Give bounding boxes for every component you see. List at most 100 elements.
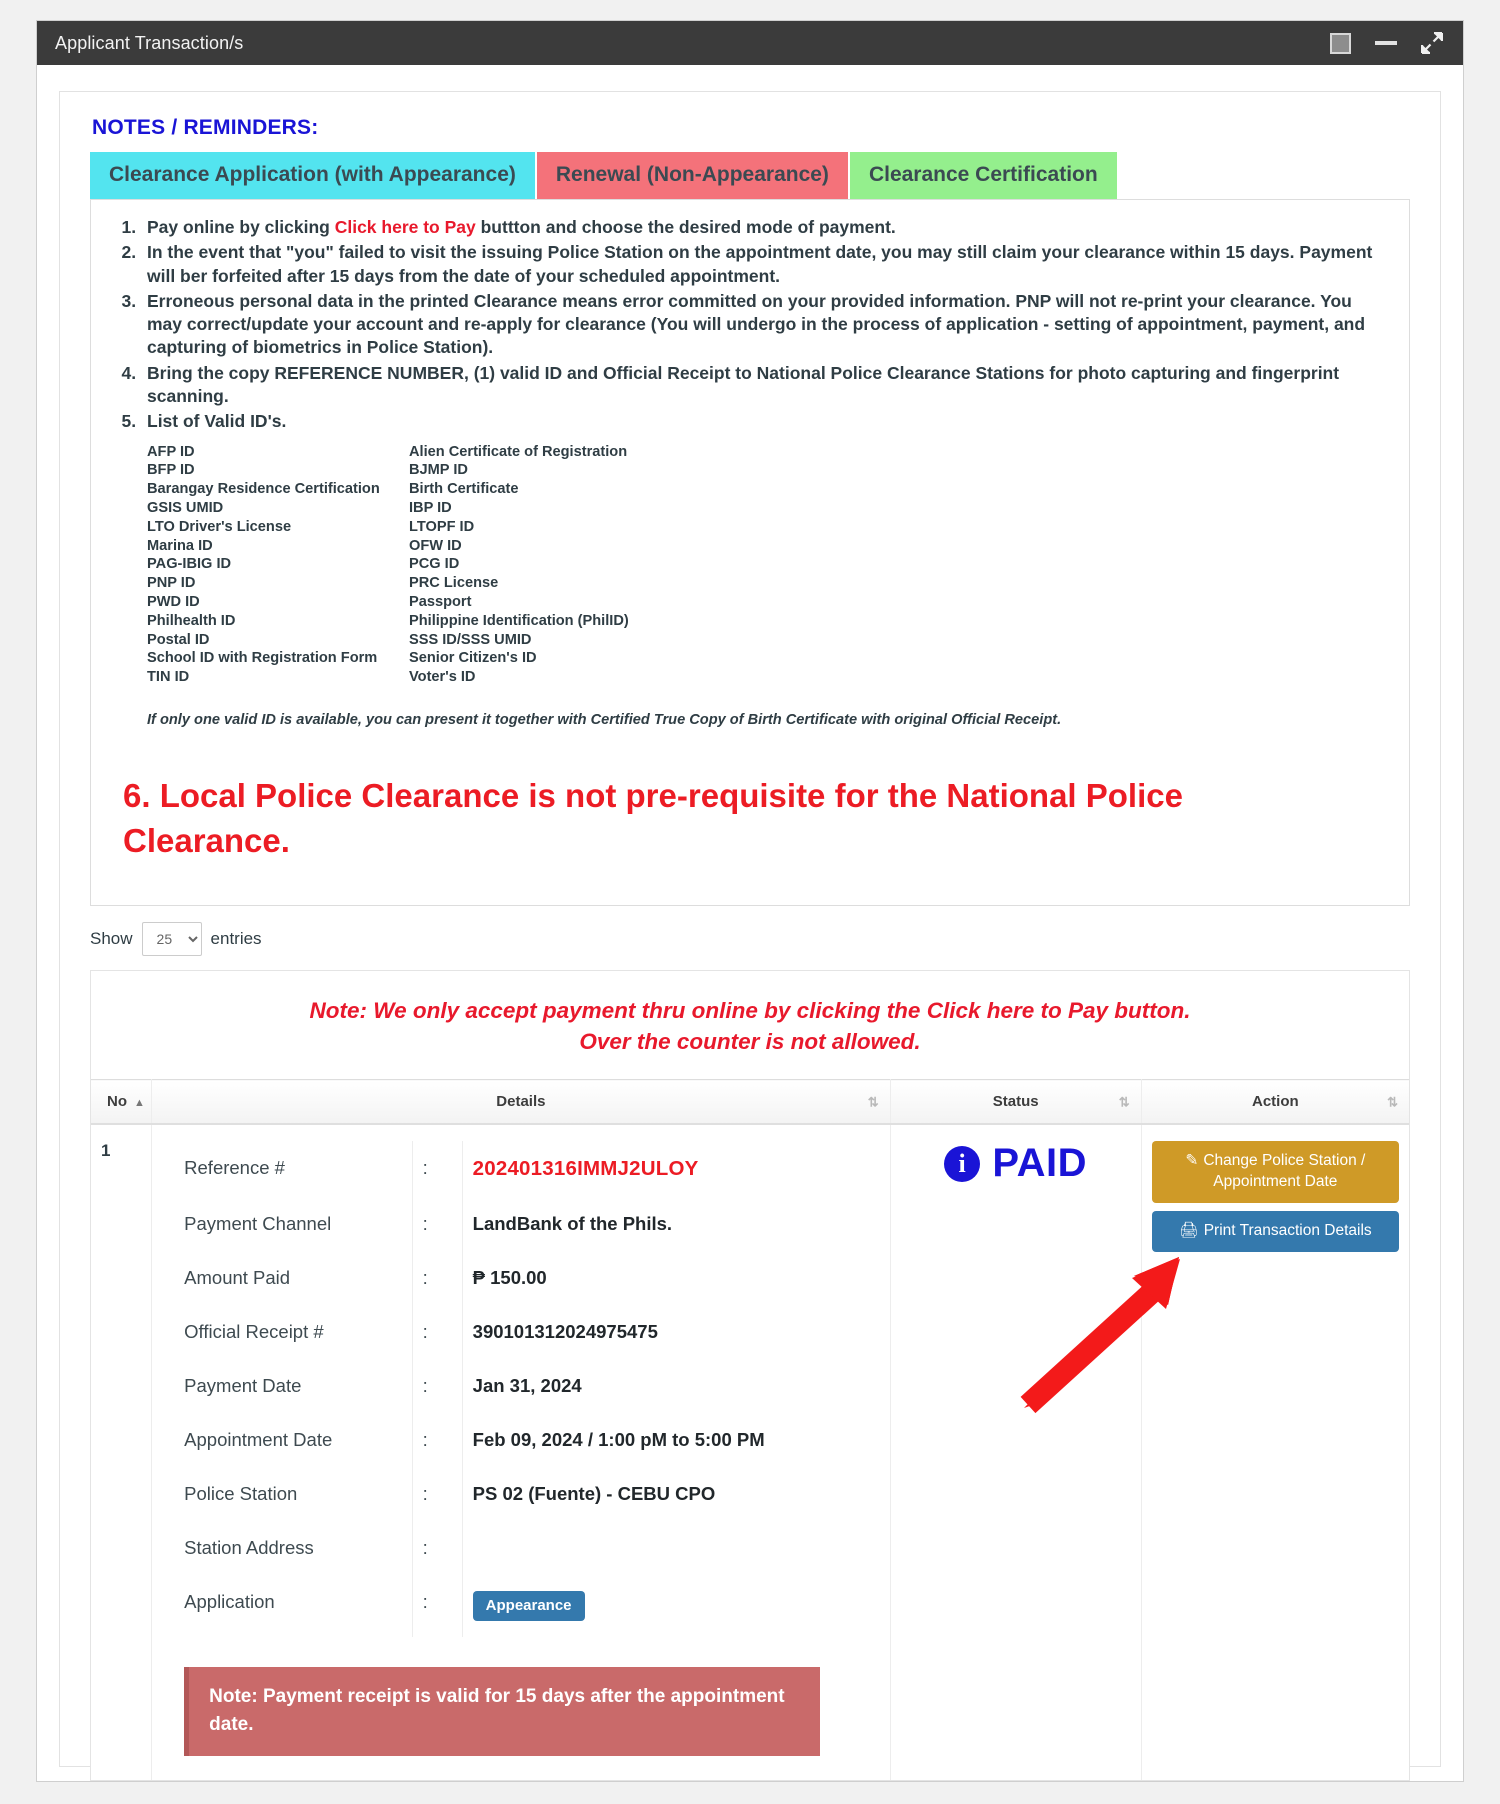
detail-colon: :: [412, 1141, 463, 1197]
table-row: 1 Reference # : 202401316IMMJ2ULOY Payme…: [91, 1124, 1409, 1781]
valid-id-right: Alien Certificate of Registration: [409, 443, 628, 460]
note-item-4: Bring the copy REFERENCE NUMBER, (1) val…: [141, 362, 1387, 409]
detail-value-amount-paid: ₱ 150.00: [462, 1251, 880, 1305]
dash-icon: [1375, 41, 1397, 45]
cell-action: ✎ Change Police Station / Appointment Dat…: [1141, 1124, 1409, 1781]
detail-row-reference: Reference # : 202401316IMMJ2ULOY: [162, 1141, 880, 1197]
expand-arrows-icon: [1420, 31, 1444, 55]
valid-id-left: School ID with Registration Form: [147, 650, 378, 667]
cell-row-number: 1: [91, 1124, 153, 1781]
detail-colon: :: [412, 1575, 463, 1637]
detail-row-police-station: Police Station : PS 02 (Fuente) - CEBU C…: [162, 1467, 880, 1521]
application-type-badge: Appearance: [472, 1591, 585, 1621]
entries-label: entries: [210, 928, 262, 948]
column-header-status-label: Status: [992, 1093, 1039, 1110]
notes-ordered-list: Pay online by clicking Click here to Pay…: [101, 216, 1387, 730]
detail-value-official-receipt-number: 390101312024975475: [462, 1305, 880, 1359]
valid-id-right: IBP ID: [409, 499, 452, 516]
table-head: No ▲ Details ⇅ Status ⇅ Action ⇅: [91, 1079, 1409, 1125]
table-header-row: No ▲ Details ⇅ Status ⇅ Action ⇅: [91, 1079, 1409, 1125]
printer-icon: 🖨: [1179, 1221, 1199, 1239]
valid-id-left: GSIS UMID: [147, 499, 224, 516]
cell-details: Reference # : 202401316IMMJ2ULOY Payment…: [151, 1124, 891, 1781]
detail-row-payment-channel: Payment Channel : LandBank of the Phils.: [162, 1197, 880, 1251]
window-title: Applicant Transaction/s: [55, 32, 244, 53]
tab-clearance-certification[interactable]: Clearance Certification: [849, 152, 1119, 200]
restore-button[interactable]: [1317, 21, 1363, 65]
detail-value-police-station: PS 02 (Fuente) - CEBU CPO: [462, 1467, 880, 1521]
column-header-details[interactable]: Details ⇅: [151, 1079, 891, 1125]
note-item-6-highlight: 6. Local Police Clearance is not pre-req…: [123, 776, 1183, 859]
column-header-action-label: Action: [1252, 1093, 1299, 1110]
note-item-3: Erroneous personal data in the printed C…: [141, 290, 1387, 360]
column-header-action[interactable]: Action ⇅: [1141, 1079, 1409, 1125]
detail-row-amount-paid: Amount Paid : ₱ 150.00: [162, 1251, 880, 1305]
valid-id-right: PRC License: [409, 575, 499, 592]
valid-id-right: OFW ID: [409, 537, 462, 554]
online-payment-note-line2: Over the counter is not allowed.: [579, 1028, 921, 1054]
valid-id-left: Barangay Residence Certification: [147, 481, 380, 498]
detail-colon: :: [412, 1467, 463, 1521]
column-header-no[interactable]: No ▲: [91, 1079, 153, 1125]
valid-id-right: Senior Citizen's ID: [409, 650, 537, 667]
status-badge: i PAID: [944, 1141, 1087, 1186]
tab-clearance-application[interactable]: Clearance Application (with Appearance): [90, 152, 537, 200]
valid-id-right: BJMP ID: [409, 462, 468, 479]
detail-row-appointment-date: Appointment Date : Feb 09, 2024 / 1:00 p…: [162, 1413, 880, 1467]
valid-id-left: PAG-IBIG ID: [147, 556, 232, 573]
window-body: NOTES / REMINDERS: Clearance Application…: [37, 65, 1463, 1781]
change-police-station-label: Change Police Station / Appointment Date: [1203, 1152, 1366, 1190]
note-item-2: In the event that "you" failed to visit …: [141, 241, 1387, 288]
square-icon: [1329, 32, 1351, 54]
column-header-no-label: No: [107, 1093, 127, 1110]
edit-square-icon: ✎: [1185, 1152, 1199, 1169]
detail-value-application: Appearance: [462, 1575, 880, 1637]
print-transaction-details-label: Print Transaction Details: [1203, 1221, 1372, 1239]
detail-value-payment-channel: LandBank of the Phils.: [462, 1197, 880, 1251]
valid-id-left: AFP ID: [147, 443, 195, 460]
page-title: NOTES / REMINDERS:: [92, 116, 319, 139]
single-valid-id-note: If only one valid ID is available, you c…: [147, 712, 1062, 729]
online-payment-note: Note: We only accept payment thru online…: [91, 970, 1409, 1079]
window-titlebar: Applicant Transaction/s: [37, 21, 1463, 65]
column-header-status[interactable]: Status ⇅: [890, 1079, 1142, 1125]
click-here-to-pay-link[interactable]: Click here to Pay: [335, 217, 476, 237]
table-body: 1 Reference # : 202401316IMMJ2ULOY Payme…: [91, 1124, 1409, 1781]
sort-ascending-icon: ▲: [134, 1097, 145, 1109]
note-1-pre: Pay online by clicking: [147, 217, 335, 238]
valid-id-left: PWD ID: [147, 594, 200, 611]
change-police-station-button[interactable]: ✎ Change Police Station / Appointment Dat…: [1151, 1141, 1399, 1203]
show-entries-bar: Show 25 entries: [90, 921, 1410, 956]
valid-id-right: Birth Certificate: [409, 481, 519, 498]
detail-value-payment-date: Jan 31, 2024: [462, 1359, 880, 1413]
print-transaction-details-button[interactable]: 🖨 Print Transaction Details: [1151, 1210, 1399, 1252]
detail-label: Appointment Date: [162, 1413, 413, 1467]
page-length-select[interactable]: 25: [141, 921, 202, 956]
detail-label: Police Station: [162, 1467, 413, 1521]
show-label: Show: [90, 928, 133, 948]
detail-colon: :: [412, 1251, 463, 1305]
detail-colon: :: [412, 1413, 463, 1467]
detail-label: Amount Paid: [162, 1251, 413, 1305]
valid-id-right: SSS ID/SSS UMID: [409, 631, 532, 648]
sort-toggle-icon: ⇅: [1118, 1094, 1130, 1109]
note-item-5: List of Valid ID's. AFP ID Alien Certifi…: [141, 410, 1387, 730]
detail-label: Application: [162, 1575, 413, 1637]
fullscreen-button[interactable]: [1409, 21, 1455, 65]
minimize-button[interactable]: [1363, 21, 1409, 65]
note-5-label: List of Valid ID's.: [147, 411, 287, 432]
detail-row-official-receipt: Official Receipt # : 390101312024975475: [162, 1305, 880, 1359]
application-window: Applicant Transaction/s NOTES / REMINDER…: [36, 20, 1464, 1782]
tab-renewal-non-appearance[interactable]: Renewal (Non-Appearance): [536, 152, 850, 200]
detail-label: Station Address: [162, 1521, 413, 1575]
detail-value-appointment-date: Feb 09, 2024 / 1:00 pM to 5:00 PM: [462, 1413, 880, 1467]
valid-id-left: Postal ID: [147, 631, 210, 648]
detail-value-reference-number: 202401316IMMJ2ULOY: [462, 1141, 880, 1197]
detail-label: Reference #: [162, 1141, 413, 1197]
screenshot-root: Applicant Transaction/s NOTES / REMINDER…: [0, 0, 1500, 1804]
transactions-table: No ▲ Details ⇅ Status ⇅ Action ⇅ 1 Refer…: [91, 1079, 1409, 1781]
valid-id-grid: AFP ID Alien Certificate of Registration…: [147, 443, 1387, 688]
detail-label: Payment Channel: [162, 1197, 413, 1251]
content-card: NOTES / REMINDERS: Clearance Application…: [59, 91, 1441, 1781]
valid-id-left: TIN ID: [147, 669, 190, 686]
